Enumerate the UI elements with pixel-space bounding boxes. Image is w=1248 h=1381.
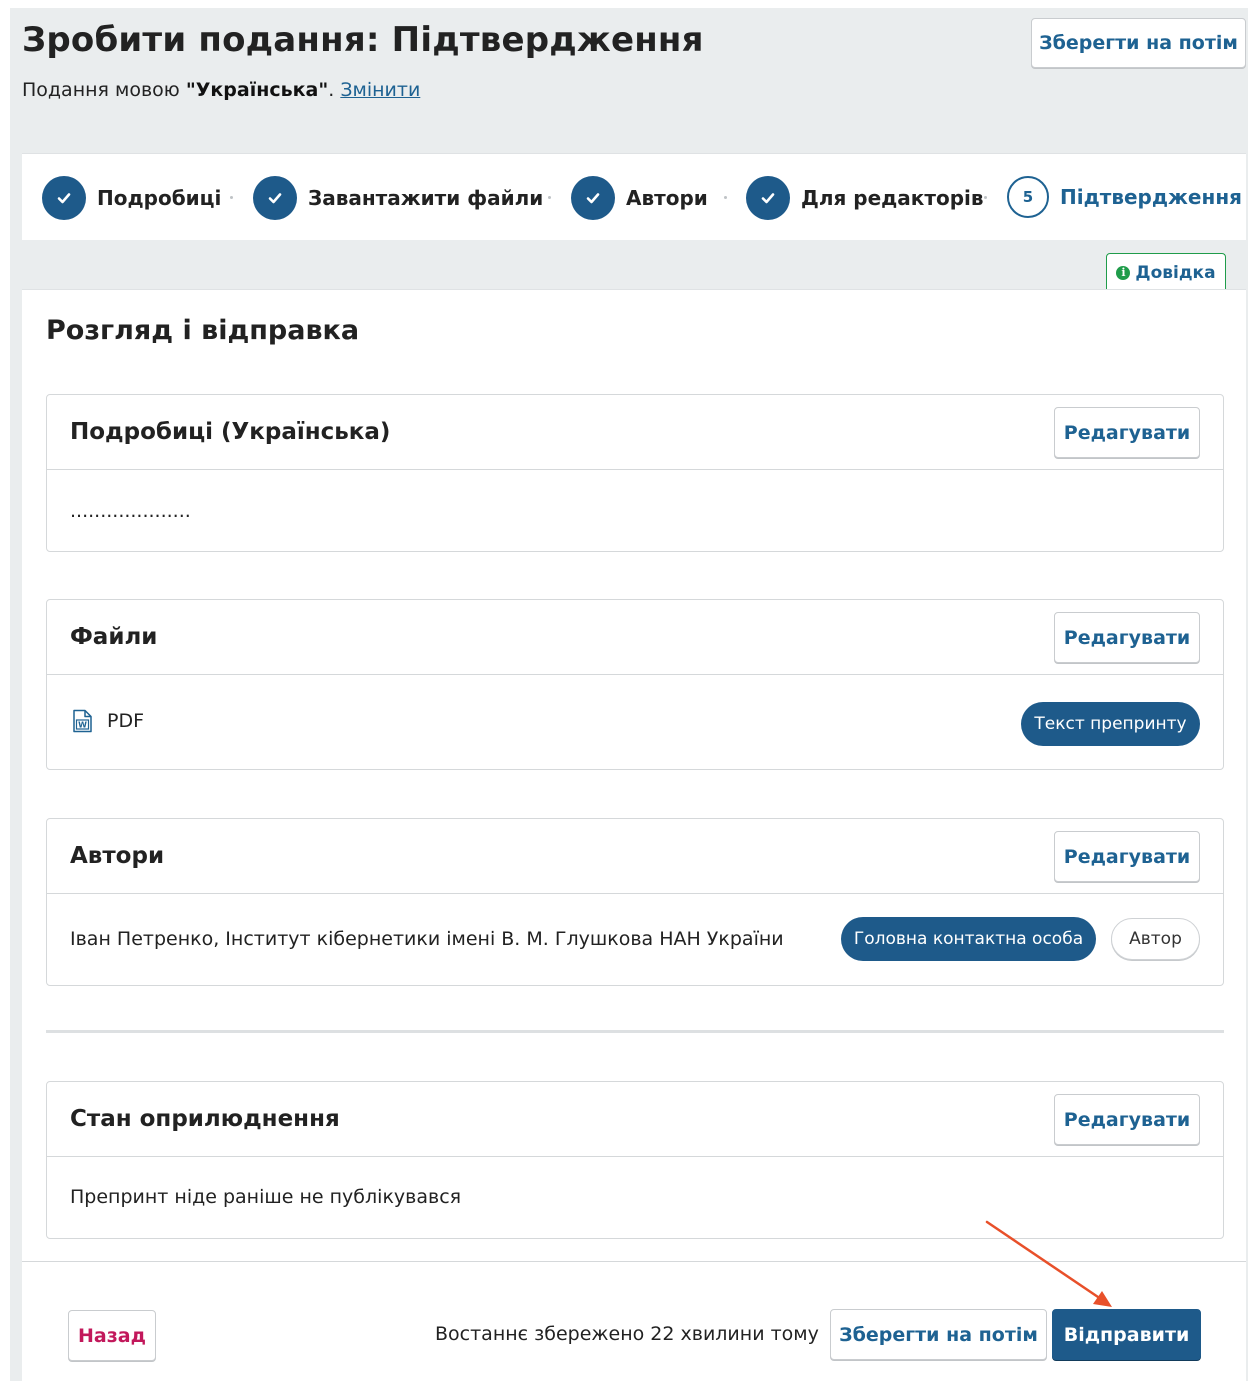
edit-files-button[interactable]: Редагувати xyxy=(1054,612,1200,663)
card-header: Автори Редагувати xyxy=(47,819,1223,894)
step-separator xyxy=(230,196,233,199)
submission-language: Подання мовою "Українська". Змінити xyxy=(22,79,420,101)
details-value: .................... xyxy=(70,500,191,522)
page-title: Зробити подання: Підтвердження xyxy=(22,20,704,60)
step-separator xyxy=(548,196,551,199)
file-type-badge: Текст препринту xyxy=(1021,702,1200,746)
step-label: Завантажити файли xyxy=(308,186,544,210)
files-card: Файли Редагувати W PDF Текст препринту xyxy=(46,599,1224,770)
author-role-badge: Автор xyxy=(1111,918,1200,960)
author-name: Іван Петренко, Інститут кібернетики імен… xyxy=(70,928,784,950)
file-name[interactable]: PDF xyxy=(107,710,144,732)
step-for-editors[interactable]: Для редакторів xyxy=(746,176,984,220)
step-label: Подробиці xyxy=(97,186,222,210)
help-label: Довідка xyxy=(1135,262,1216,283)
step-label: Автори xyxy=(626,186,708,210)
save-later-button-top[interactable]: Зберегти на потім xyxy=(1031,18,1246,68)
submit-button[interactable]: Відправити xyxy=(1052,1309,1201,1360)
publication-status-card: Стан оприлюднення Редагувати Препринт ні… xyxy=(46,1081,1224,1239)
progress-steps: Подробиці Завантажити файли Автори Для р… xyxy=(22,153,1246,240)
card-title: Подробиці (Українська) xyxy=(70,419,391,445)
check-icon xyxy=(746,176,790,220)
review-panel: Розгляд і відправка Подробиці (Українськ… xyxy=(22,289,1246,1381)
word-file-icon: W xyxy=(72,709,93,737)
author-row: Іван Петренко, Інститут кібернетики імен… xyxy=(47,894,1223,985)
card-title: Стан оприлюднення xyxy=(70,1106,340,1132)
step-confirmation[interactable]: 5 Підтвердження xyxy=(1007,176,1242,218)
step-label: Для редакторів xyxy=(801,186,984,210)
authors-card: Автори Редагувати Іван Петренко, Інститу… xyxy=(46,818,1224,986)
card-header: Стан оприлюднення Редагувати xyxy=(47,1082,1223,1157)
edit-authors-button[interactable]: Редагувати xyxy=(1054,831,1200,882)
edit-publication-status-button[interactable]: Редагувати xyxy=(1054,1094,1200,1145)
info-icon: i xyxy=(1116,265,1131,280)
form-footer: Назад Востаннє збережено 22 хвилини тому… xyxy=(22,1261,1246,1381)
primary-contact-badge: Головна контактна особа xyxy=(841,917,1096,961)
step-separator xyxy=(984,196,987,199)
check-icon xyxy=(42,176,86,220)
step-authors[interactable]: Автори xyxy=(571,176,708,220)
save-later-button[interactable]: Зберегти на потім xyxy=(830,1309,1047,1360)
check-icon xyxy=(571,176,615,220)
language-suffix: . xyxy=(328,79,341,101)
last-saved-status: Востаннє збережено 22 хвилини тому xyxy=(435,1323,819,1345)
svg-text:W: W xyxy=(78,721,87,730)
card-body: Препринт ніде раніше не публікувався xyxy=(47,1157,1223,1238)
card-header: Подробиці (Українська) Редагувати xyxy=(47,395,1223,470)
language-value: "Українська" xyxy=(185,79,329,101)
card-title: Файли xyxy=(70,624,158,650)
step-upload-files[interactable]: Завантажити файли xyxy=(253,176,543,220)
back-button[interactable]: Назад xyxy=(68,1310,156,1361)
file-row: W PDF Текст препринту xyxy=(47,675,1223,769)
card-title: Автори xyxy=(70,843,165,869)
language-prefix: Подання мовою xyxy=(22,79,186,101)
edit-details-button[interactable]: Редагувати xyxy=(1054,407,1200,458)
step-label: Підтвердження xyxy=(1060,185,1242,209)
details-card: Подробиці (Українська) Редагувати ......… xyxy=(46,394,1224,552)
card-body: .................... xyxy=(47,470,1223,551)
step-separator xyxy=(724,196,727,199)
change-language-link[interactable]: Змінити xyxy=(340,79,420,101)
help-button[interactable]: i Довідка xyxy=(1106,253,1226,291)
step-number: 5 xyxy=(1007,176,1049,218)
section-divider xyxy=(46,1030,1224,1033)
step-details[interactable]: Подробиці xyxy=(42,176,221,220)
review-heading: Розгляд і відправка xyxy=(46,315,360,346)
check-icon xyxy=(253,176,297,220)
card-header: Файли Редагувати xyxy=(47,600,1223,675)
publication-status-value: Препринт ніде раніше не публікувався xyxy=(70,1186,462,1208)
